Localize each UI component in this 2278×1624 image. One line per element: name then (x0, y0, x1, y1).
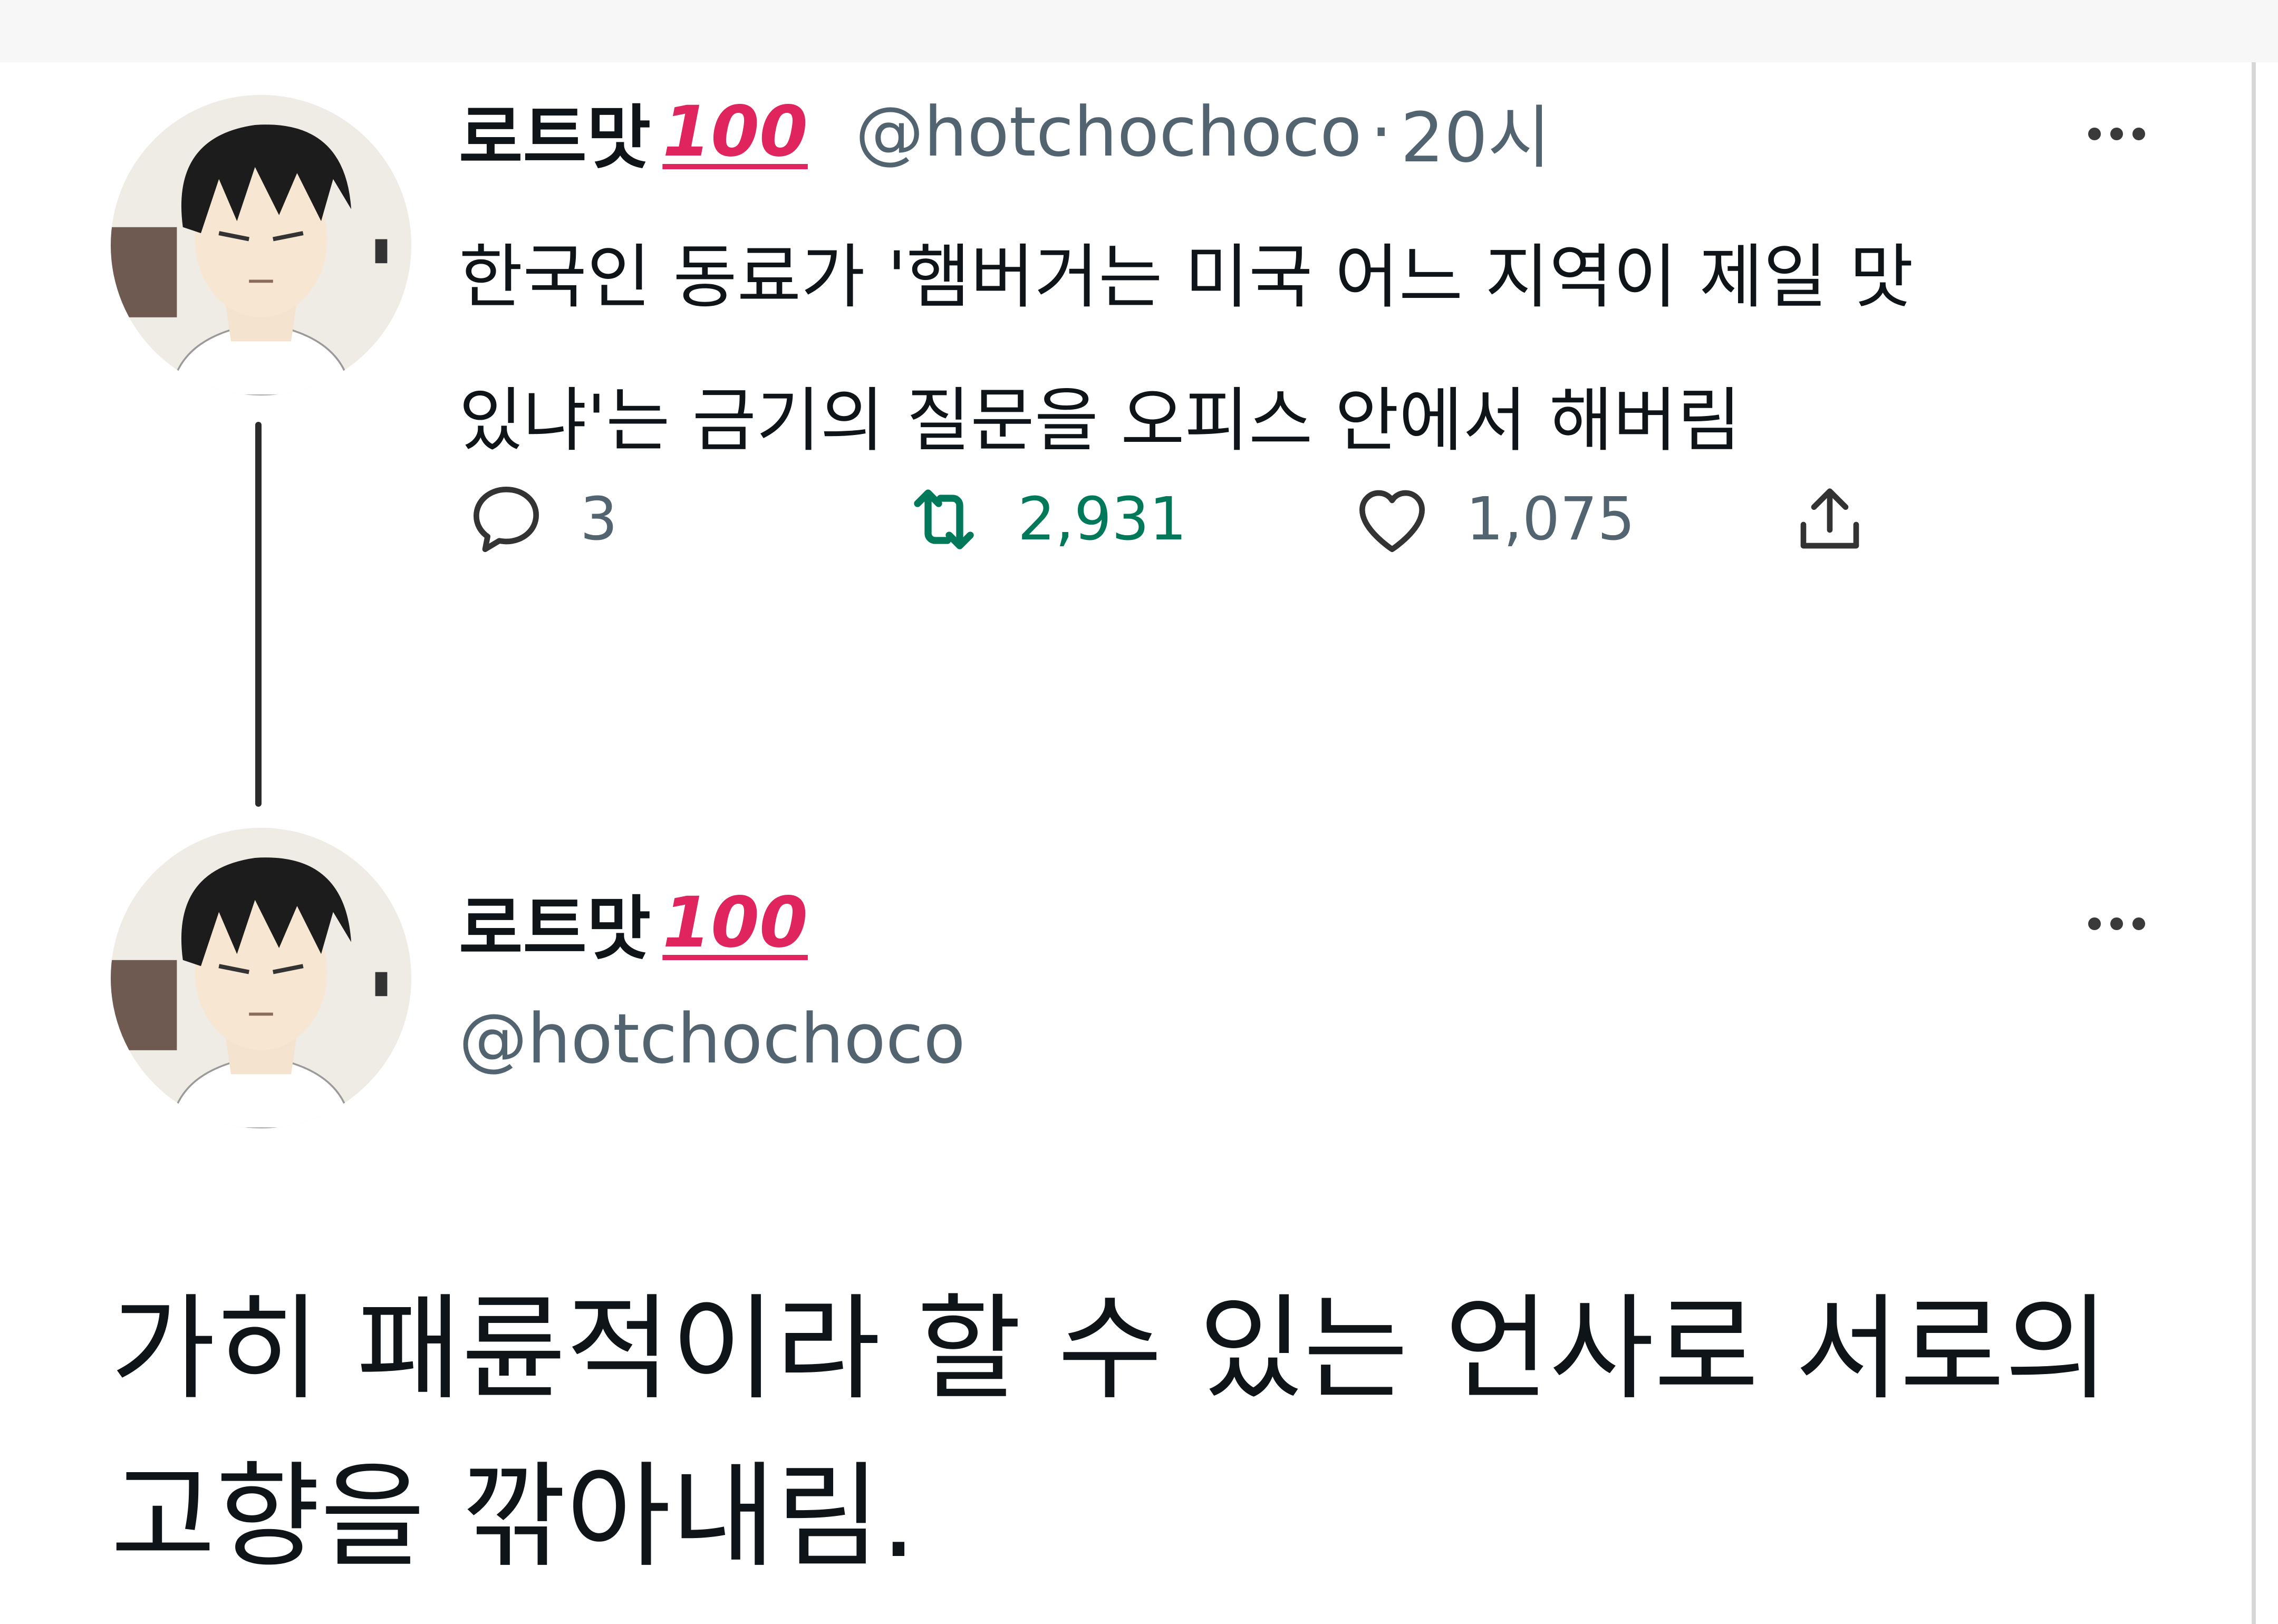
more-options-icon[interactable] (2088, 128, 2145, 140)
timestamp[interactable]: 20시 (1401, 82, 1551, 181)
share-icon (1800, 488, 1859, 549)
avatar[interactable] (111, 95, 411, 395)
hundred-emoji-icon: 100 (662, 882, 808, 963)
avatar[interactable] (111, 828, 411, 1128)
tweet-text-line: 고향을 깎아내림. (111, 1451, 917, 1583)
more-options-icon[interactable] (2088, 917, 2145, 930)
retweet-count: 2,931 (1018, 485, 1187, 554)
like-icon (1359, 490, 1425, 552)
reply-count: 3 (580, 485, 618, 554)
avatar-image (111, 828, 411, 1128)
right-edge (2252, 62, 2256, 1624)
hundred-emoji-icon: 100 (662, 91, 808, 172)
retweet-button[interactable]: 2,931 (902, 477, 1187, 562)
reply-button[interactable]: 3 (464, 477, 617, 562)
retweet-icon (914, 489, 974, 549)
like-count: 1,075 (1466, 485, 1635, 554)
separator-dot: · (1370, 92, 1392, 172)
like-button[interactable]: 1,075 (1350, 477, 1635, 562)
display-name[interactable]: 로트맛 (459, 82, 651, 182)
avatar-image (111, 95, 411, 395)
share-button[interactable] (1788, 477, 1872, 562)
tweet-header: 로트맛 100 @hotchochoco · 20시 (459, 79, 1551, 185)
tweet-text-line: 가히 패륜적이라 할 수 있는 언사로 서로의 (111, 1283, 2110, 1415)
top-strip (0, 0, 2278, 62)
tweet-text: 가히 패륜적이라 할 수 있는 언사로 서로의 고향을 깎아내림. (111, 1265, 2167, 1601)
tweet-text-line: 한국인 동료가 '햄버거는 미국 어느 지역이 제일 맛 (459, 237, 1914, 318)
user-handle[interactable]: @hotchochoco (855, 92, 1362, 172)
tweet-handle-row: @hotchochoco (459, 991, 966, 1086)
user-handle[interactable]: @hotchochoco (459, 999, 966, 1079)
tweet-text-line: 있냐'는 금기의 질문을 오피스 안에서 해버림 (459, 380, 1742, 461)
reply-icon (474, 487, 539, 552)
tweet-text: 한국인 동료가 '햄버거는 미국 어느 지역이 제일 맛 있냐'는 금기의 질문… (459, 206, 2209, 492)
thread-line (255, 422, 262, 807)
display-name[interactable]: 로트맛 (459, 873, 651, 973)
tweet-header: 로트맛 100 (459, 870, 808, 975)
